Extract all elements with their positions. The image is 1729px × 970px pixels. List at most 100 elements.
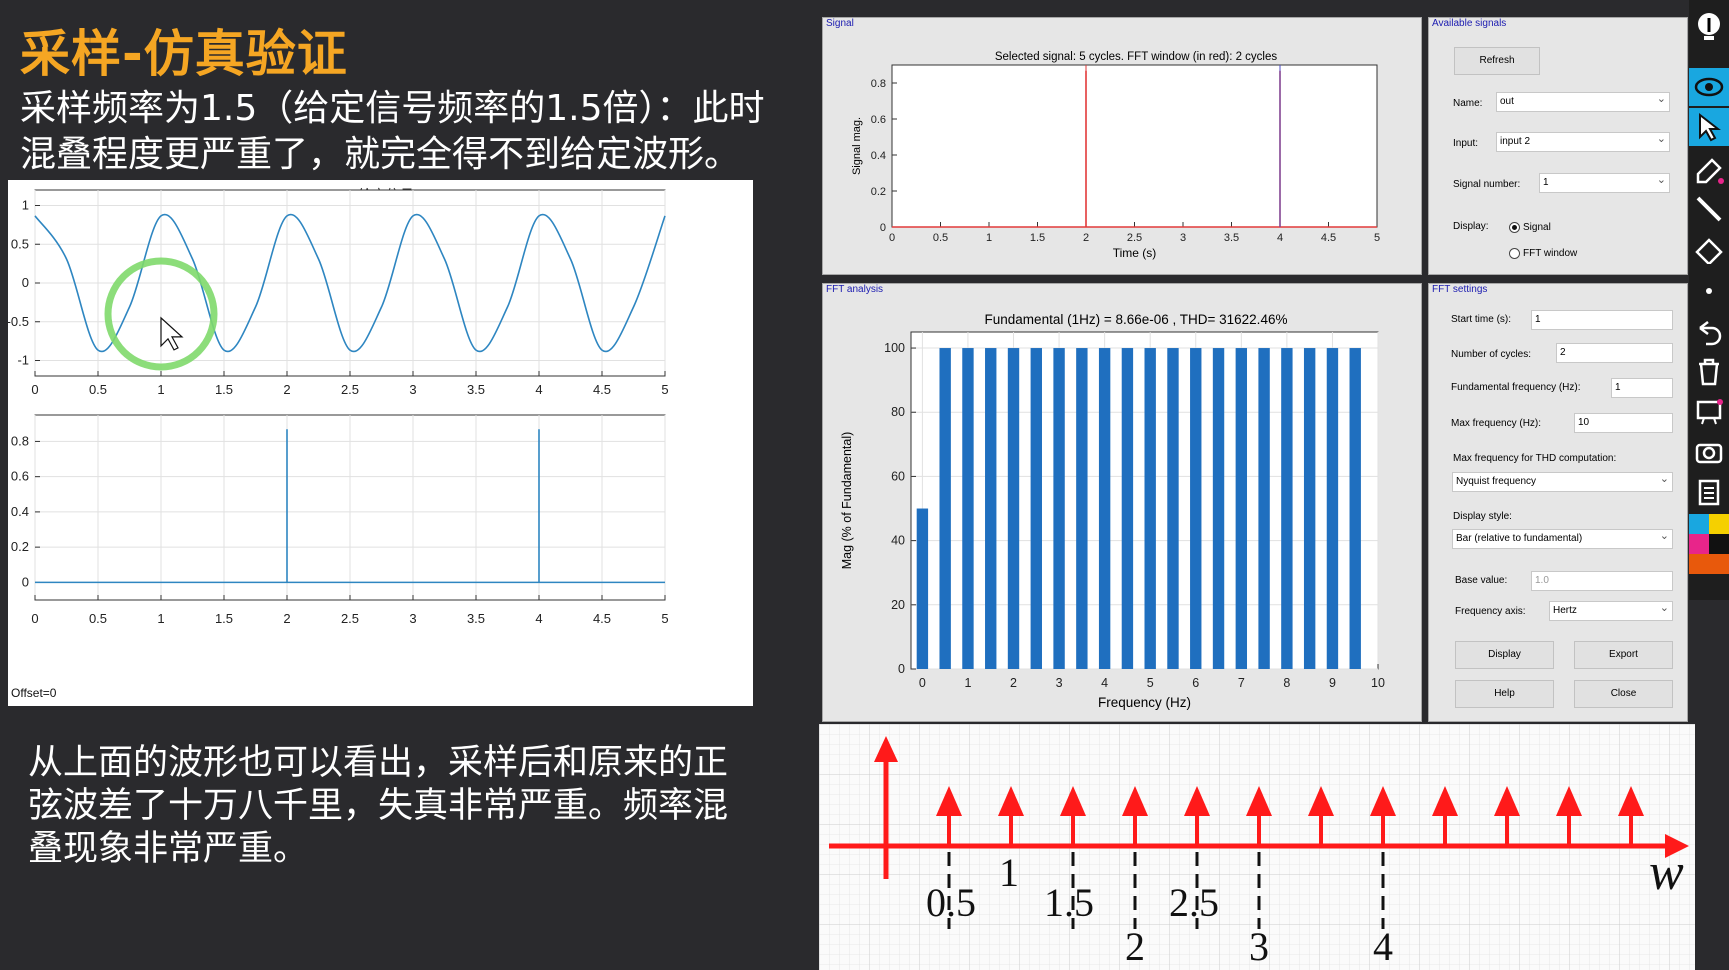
top-xtick-label: 4.5 [593, 382, 611, 397]
signal-ytick-label: 0.8 [871, 78, 886, 90]
export-button[interactable]: Export [1574, 641, 1673, 669]
fft-analysis-panel: FFT analysis Fundamental (1Hz) = 8.66e-0… [822, 283, 1422, 722]
fft-xtick-label: 0 [919, 676, 926, 690]
thd-dropdown[interactable]: Nyquist frequency [1452, 471, 1673, 492]
signal-number-dropdown[interactable]: 1 [1539, 172, 1670, 193]
fft-plot-title: Fundamental (1Hz) = 8.66e-06 , THD= 3162… [985, 312, 1288, 327]
color-swatch[interactable] [1689, 534, 1709, 554]
close-button[interactable]: Close [1574, 680, 1673, 708]
help-button[interactable]: Help [1455, 680, 1554, 708]
fft-bar [1098, 348, 1111, 669]
fft-bar [1235, 348, 1248, 669]
fft-bar [1121, 348, 1134, 669]
top-xtick-label: 3.5 [467, 382, 485, 397]
impulse-sketch-plot: w 0.511.5 2.52 3 4 [819, 724, 1695, 970]
dot-icon[interactable] [1689, 272, 1729, 310]
signal-plot-title: Selected signal: 5 cycles. FFT window (i… [995, 51, 1278, 63]
eraser-icon[interactable] [1689, 230, 1729, 268]
fft-ytick-label: 0 [898, 662, 905, 676]
fft-xtick-label: 5 [1147, 676, 1154, 690]
color-swatch[interactable] [1709, 514, 1729, 534]
fft-ytick-label: 40 [891, 534, 905, 548]
signal-axes-box [891, 64, 1378, 228]
pen-icon[interactable] [1689, 150, 1729, 188]
top-ytick-label: 0 [22, 275, 29, 290]
signal-ylabel: Signal mag. [851, 117, 863, 175]
signal-xtick-label: 2 [1083, 232, 1089, 244]
bottom-xtick-label: 5 [661, 611, 668, 626]
refresh-button[interactable]: Refresh [1454, 47, 1540, 75]
display-style-label: Display style: [1453, 511, 1512, 522]
bottom-xtick-label: 1.5 [215, 611, 233, 626]
fund-freq-label: Fundamental frequency (Hz): [1451, 382, 1581, 393]
fft-xtick-label: 8 [1283, 676, 1290, 690]
top-xtick-label: 2.5 [341, 382, 359, 397]
fft-ytick-label: 80 [891, 405, 905, 419]
fft-bar [1053, 348, 1065, 669]
name-dropdown[interactable]: out [1496, 91, 1670, 112]
display-label: Display: [1453, 221, 1489, 232]
undo-icon[interactable] [1689, 312, 1729, 350]
bulb-icon[interactable] [1689, 8, 1729, 46]
display-style-dropdown[interactable]: Bar (relative to fundamental) [1452, 528, 1673, 549]
top-xtick-label: 5 [661, 382, 668, 397]
fund-freq-input[interactable]: 1 [1611, 378, 1673, 398]
matlab-figure-plot: 给定信号 Offset=0 00.511.522.533.544.5510.50… [7, 187, 669, 700]
color-swatch[interactable] [1709, 534, 1729, 554]
color-swatch[interactable] [1689, 514, 1709, 534]
radio-signal[interactable] [1509, 222, 1520, 233]
radio-fft-window[interactable] [1509, 248, 1520, 259]
thd-label: Max frequency for THD computation: [1453, 453, 1617, 464]
color-swatch[interactable] [1709, 554, 1729, 574]
eye-icon[interactable] [1689, 68, 1729, 106]
line-icon[interactable] [1689, 190, 1729, 228]
fft-bar [1076, 348, 1088, 669]
pointer-icon[interactable] [1689, 108, 1729, 146]
signal-ytick-label: 0.4 [871, 150, 886, 162]
input-label: Input: [1453, 138, 1479, 149]
available-signals-panel: Available signals Refresh Name: out Inpu… [1428, 17, 1688, 275]
bottom-ytick-label: 0.6 [11, 469, 29, 484]
top-xtick-label: 1 [157, 382, 164, 397]
radio-fft-window-label: FFT window [1523, 248, 1578, 259]
trash-icon[interactable] [1689, 352, 1729, 390]
slide-description: 采样频率为1.5（给定信号频率的1.5倍）：此时混叠程度更严重了，就完全得不到给… [20, 88, 765, 175]
signal-xtick-label: 1.5 [1030, 232, 1045, 244]
freq-axis-dropdown[interactable]: Hertz [1549, 600, 1673, 621]
whiteboard-icon[interactable] [1689, 392, 1729, 430]
conclusion-text: 从上面的波形也可以看出，采样后和原来的正弦波差了十万八千里，失真非常严重。频率混… [28, 743, 729, 869]
camera-icon[interactable] [1689, 432, 1729, 470]
fft-bar [939, 348, 951, 669]
display-button[interactable]: Display [1455, 641, 1554, 669]
sketch-label: 4 [1373, 924, 1393, 969]
top-ytick-label: 0.5 [11, 236, 29, 251]
signal-xtick-label: 2.5 [1127, 232, 1142, 244]
bottom-xtick-label: 3.5 [467, 611, 485, 626]
bottom-ytick-label: 0.8 [11, 433, 29, 448]
fft-xtick-label: 9 [1329, 676, 1336, 690]
bottom-xtick-label: 2 [283, 611, 290, 626]
impulse-sketch: w 0.5 1 1.5 2.5 2 3 4 [819, 724, 1695, 970]
max-freq-input[interactable]: 10 [1574, 413, 1673, 433]
top-ytick-label: 1 [22, 198, 29, 213]
sketch-label: 2.5 [1169, 880, 1219, 925]
top-xtick-label: 2 [283, 382, 290, 397]
bottom-ytick-label: 0.2 [11, 539, 29, 554]
start-time-label: Start time (s): [1451, 314, 1512, 325]
input-dropdown[interactable]: input 2 [1496, 131, 1670, 152]
fft-bar [962, 348, 974, 669]
color-swatch[interactable] [1689, 554, 1709, 574]
bottom-xtick-label: 3 [409, 611, 416, 626]
bottom-xtick-label: 2.5 [341, 611, 359, 626]
fft-bar [1303, 348, 1316, 669]
max-freq-label: Max frequency (Hz): [1451, 418, 1542, 429]
fft-bar [1258, 348, 1270, 669]
annotation-toolbar [1689, 0, 1729, 600]
start-time-input[interactable]: 1 [1531, 310, 1673, 330]
clipboard-icon[interactable] [1689, 472, 1729, 510]
fft-xlabel: Frequency (Hz) [1098, 695, 1191, 710]
num-cycles-input[interactable]: 2 [1556, 343, 1673, 363]
top-xtick-label: 0.5 [89, 382, 107, 397]
base-value-input[interactable]: 1.0 [1531, 571, 1673, 591]
fft-xtick-label: 2 [1010, 676, 1017, 690]
